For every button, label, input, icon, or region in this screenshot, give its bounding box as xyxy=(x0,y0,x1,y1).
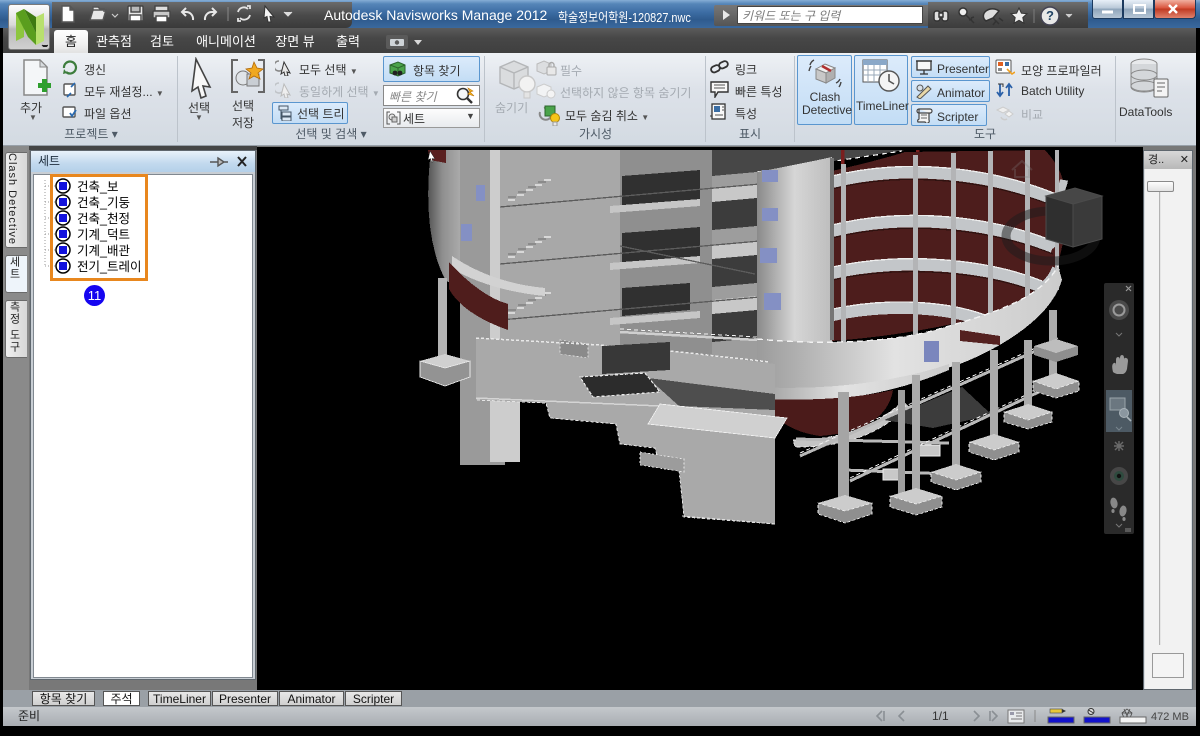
svg-text:?: ? xyxy=(1046,8,1054,23)
svg-text:472 MB: 472 MB xyxy=(1151,711,1189,723)
svg-text:1/1: 1/1 xyxy=(932,709,949,723)
